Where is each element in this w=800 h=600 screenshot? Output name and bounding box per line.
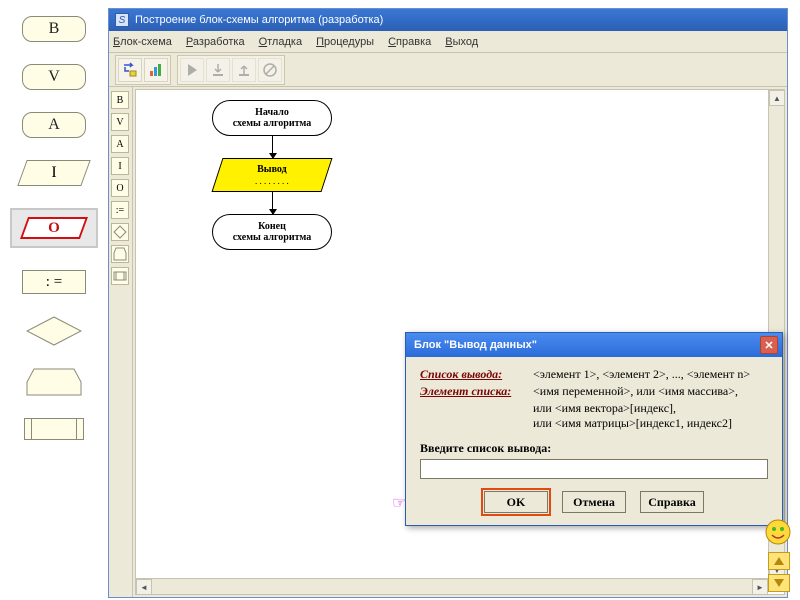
flow-start[interactable]: Начало схемы алгоритма bbox=[212, 100, 332, 136]
ok-button[interactable]: OK bbox=[484, 491, 548, 513]
horizontal-scrollbar[interactable]: ◄ ► bbox=[136, 578, 768, 594]
close-icon[interactable]: ✕ bbox=[760, 336, 778, 354]
label-output-list: Список вывода: bbox=[420, 367, 525, 382]
toolbar-play-icon[interactable] bbox=[180, 58, 204, 82]
hint-elem-2: или <имя вектора>[индекс], bbox=[533, 401, 768, 416]
scroll-left-icon[interactable]: ◄ bbox=[136, 579, 152, 595]
input-prompt: Введите список вывода: bbox=[420, 441, 768, 456]
hint-elem-3: или <имя матрицы>[индекс1, индекс2] bbox=[533, 416, 768, 431]
palette-array[interactable]: A bbox=[22, 112, 86, 138]
flow-arrow bbox=[272, 136, 273, 158]
menu-exit[interactable]: Выход bbox=[445, 36, 478, 48]
output-list-input[interactable] bbox=[420, 459, 768, 479]
tool-decision[interactable] bbox=[111, 223, 129, 241]
menu-debug[interactable]: Отладка bbox=[259, 36, 303, 48]
app-icon: S bbox=[115, 13, 129, 27]
scroll-right-icon[interactable]: ► bbox=[752, 579, 768, 595]
smiley-icon bbox=[764, 518, 792, 546]
palette-loop[interactable] bbox=[26, 368, 82, 396]
dialog-titlebar: Блок "Вывод данных" ✕ bbox=[406, 333, 782, 357]
toolbar-step-in-icon[interactable] bbox=[206, 58, 230, 82]
tool-assign[interactable]: := bbox=[111, 201, 129, 219]
tool-vars[interactable]: V bbox=[111, 113, 129, 131]
help-button[interactable]: Справка bbox=[640, 491, 704, 513]
toolbar bbox=[109, 53, 787, 87]
menubar: Блок-схема Разработка Отладка Процедуры … bbox=[109, 31, 787, 53]
tool-loop[interactable] bbox=[111, 245, 129, 263]
flow-output-block[interactable]: Вывод. . . . . . . . bbox=[211, 158, 332, 192]
scroll-up-icon[interactable]: ▲ bbox=[769, 90, 785, 106]
tool-input[interactable]: I bbox=[111, 157, 129, 175]
nav-down-button[interactable] bbox=[768, 574, 790, 592]
palette-subroutine[interactable] bbox=[24, 418, 84, 440]
toolbar-step-over-icon[interactable] bbox=[118, 58, 142, 82]
toolbar-chart-icon[interactable] bbox=[144, 58, 168, 82]
side-toolbox: B V A I O := bbox=[109, 87, 133, 597]
window-title: Построение блок-схемы алгоритма (разрабо… bbox=[135, 14, 383, 26]
menu-blockscheme[interactable]: Блок-схема bbox=[113, 36, 172, 48]
flow-end[interactable]: Конец схемы алгоритма bbox=[212, 214, 332, 250]
tool-sub[interactable] bbox=[111, 267, 129, 285]
palette-input[interactable]: I bbox=[22, 160, 86, 186]
palette-begin[interactable]: B bbox=[22, 16, 86, 42]
dialog-title: Блок "Вывод данных" bbox=[414, 339, 537, 351]
toolbar-stop-icon[interactable] bbox=[258, 58, 282, 82]
tool-output[interactable]: O bbox=[111, 179, 129, 197]
hint-elem-1: <имя переменной>, или <имя массива>, bbox=[533, 384, 738, 399]
hint-output-list: <элемент 1>, <элемент 2>, ..., <элемент … bbox=[533, 367, 750, 382]
output-dialog: Блок "Вывод данных" ✕ Список вывода: <эл… bbox=[405, 332, 783, 526]
tool-begin[interactable]: B bbox=[111, 91, 129, 109]
toolbar-step-out-icon[interactable] bbox=[232, 58, 256, 82]
label-list-element: Элемент списка: bbox=[420, 384, 525, 399]
titlebar: S Построение блок-схемы алгоритма (разра… bbox=[109, 9, 787, 31]
menu-procedures[interactable]: Процедуры bbox=[316, 36, 374, 48]
menu-help[interactable]: Справка bbox=[388, 36, 431, 48]
palette-output-selected[interactable]: O bbox=[10, 208, 98, 248]
tool-array[interactable]: A bbox=[111, 135, 129, 153]
cancel-button[interactable]: Отмена bbox=[562, 491, 626, 513]
external-palette: B V A I O : = bbox=[0, 0, 108, 600]
flow-arrow bbox=[272, 192, 273, 214]
nav-up-button[interactable] bbox=[768, 552, 790, 570]
menu-develop[interactable]: Разработка bbox=[186, 36, 245, 48]
palette-decision[interactable] bbox=[26, 316, 82, 346]
palette-variables[interactable]: V bbox=[22, 64, 86, 90]
pointer-icon: ☞ bbox=[392, 493, 406, 513]
palette-assign[interactable]: : = bbox=[22, 270, 86, 294]
